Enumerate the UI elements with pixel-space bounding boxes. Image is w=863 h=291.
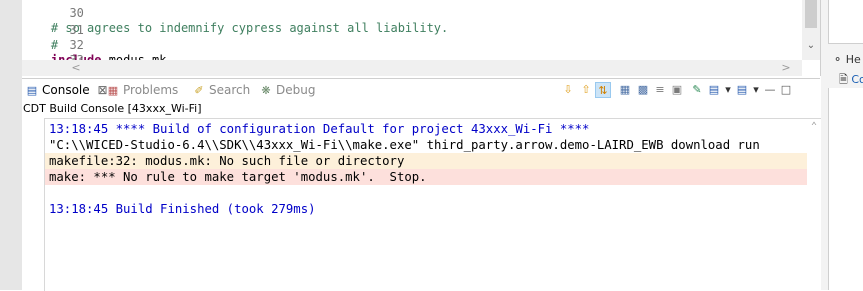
console-icon: ▤	[26, 84, 38, 97]
search-icon: ✐	[194, 84, 204, 97]
tab-search[interactable]: ✐ Search	[192, 82, 250, 98]
right-side-panel: ⚬ He 🗎 Co	[821, 0, 863, 290]
panel-top-area	[828, 0, 863, 44]
next-annotation-icon[interactable]: ⇩	[560, 82, 576, 98]
panel-content	[828, 88, 863, 290]
console-line: "C:\\WICED-Studio-6.4\\SDK\\43xxx_Wi-Fi\…	[49, 138, 760, 152]
tab-label: Console	[42, 83, 90, 97]
minimize-icon[interactable]: —	[762, 82, 778, 98]
pin-console-icon[interactable]: ▣	[669, 82, 685, 98]
tab-console[interactable]: ▤ Console ⊠	[25, 82, 108, 98]
code-line: 32 include modus.mk	[22, 23, 167, 67]
console-line: 13:18:45 **** Build of configuration Def…	[49, 122, 590, 136]
console-title: CDT Build Console [43xxx_Wi-Fi]	[23, 102, 202, 115]
copy-icon[interactable]: ▦	[617, 82, 633, 98]
document-icon: 🗎	[839, 73, 848, 86]
tab-label: Debug	[276, 83, 316, 97]
word-wrap-icon[interactable]: ≡	[652, 82, 668, 98]
code-line: 31 #	[22, 8, 84, 52]
maximize-icon[interactable]: □	[778, 82, 794, 98]
console-line: make: *** No rule to make target 'modus.…	[45, 169, 807, 185]
scroll-lock-icon[interactable]: ⇅	[595, 82, 611, 98]
editor-vertical-scrollbar[interactable]: ⌄	[802, 0, 820, 60]
debug-icon: ❋	[261, 84, 271, 97]
editor-horizontal-scrollbar[interactable]: < >	[22, 60, 802, 76]
panel-tab-label: He	[845, 53, 861, 66]
console-view-tabbar: ▤ Console ⊠ ▦ Problems ✐ Search ❋ Debug ⇩ ⇧ …	[22, 78, 820, 101]
display-selected-console-icon[interactable]: ✎	[689, 82, 705, 98]
chevron-down-icon[interactable]: ⌄	[802, 40, 820, 51]
tab-problems[interactable]: ▦ Problems	[106, 82, 179, 98]
scrollbar-thumb[interactable]	[805, 0, 817, 28]
help-icon: ⚬	[833, 53, 843, 66]
code-line: 30 # so agrees to indemnify cypress agai…	[22, 0, 448, 35]
panel-tab[interactable]: ⚬ He	[833, 53, 861, 66]
tab-label: Search	[209, 83, 251, 97]
chevron-left-icon[interactable]: <	[68, 60, 84, 76]
left-gutter-strip	[0, 0, 22, 290]
code-editor[interactable]: 30 # so agrees to indemnify cypress agai…	[22, 0, 821, 76]
console-line: makefile:32: modus.mk: No such file or d…	[45, 153, 807, 169]
previous-annotation-icon[interactable]: ⇧	[578, 82, 594, 98]
code-line: 33	[22, 38, 83, 67]
panel-item-label: Co	[851, 73, 863, 86]
chevron-right-icon[interactable]: >	[778, 60, 794, 76]
problems-icon: ▦	[107, 84, 119, 97]
console-output[interactable]: 13:18:45 **** Build of configuration Def…	[44, 118, 821, 291]
clear-console-icon[interactable]: ▩	[635, 82, 651, 98]
tab-label: Problems	[123, 83, 179, 97]
chevron-up-icon[interactable]: ⌃	[811, 121, 817, 132]
tab-debug[interactable]: ❋ Debug	[259, 82, 315, 98]
console-line: 13:18:45 Build Finished (took 279ms)	[49, 202, 316, 216]
